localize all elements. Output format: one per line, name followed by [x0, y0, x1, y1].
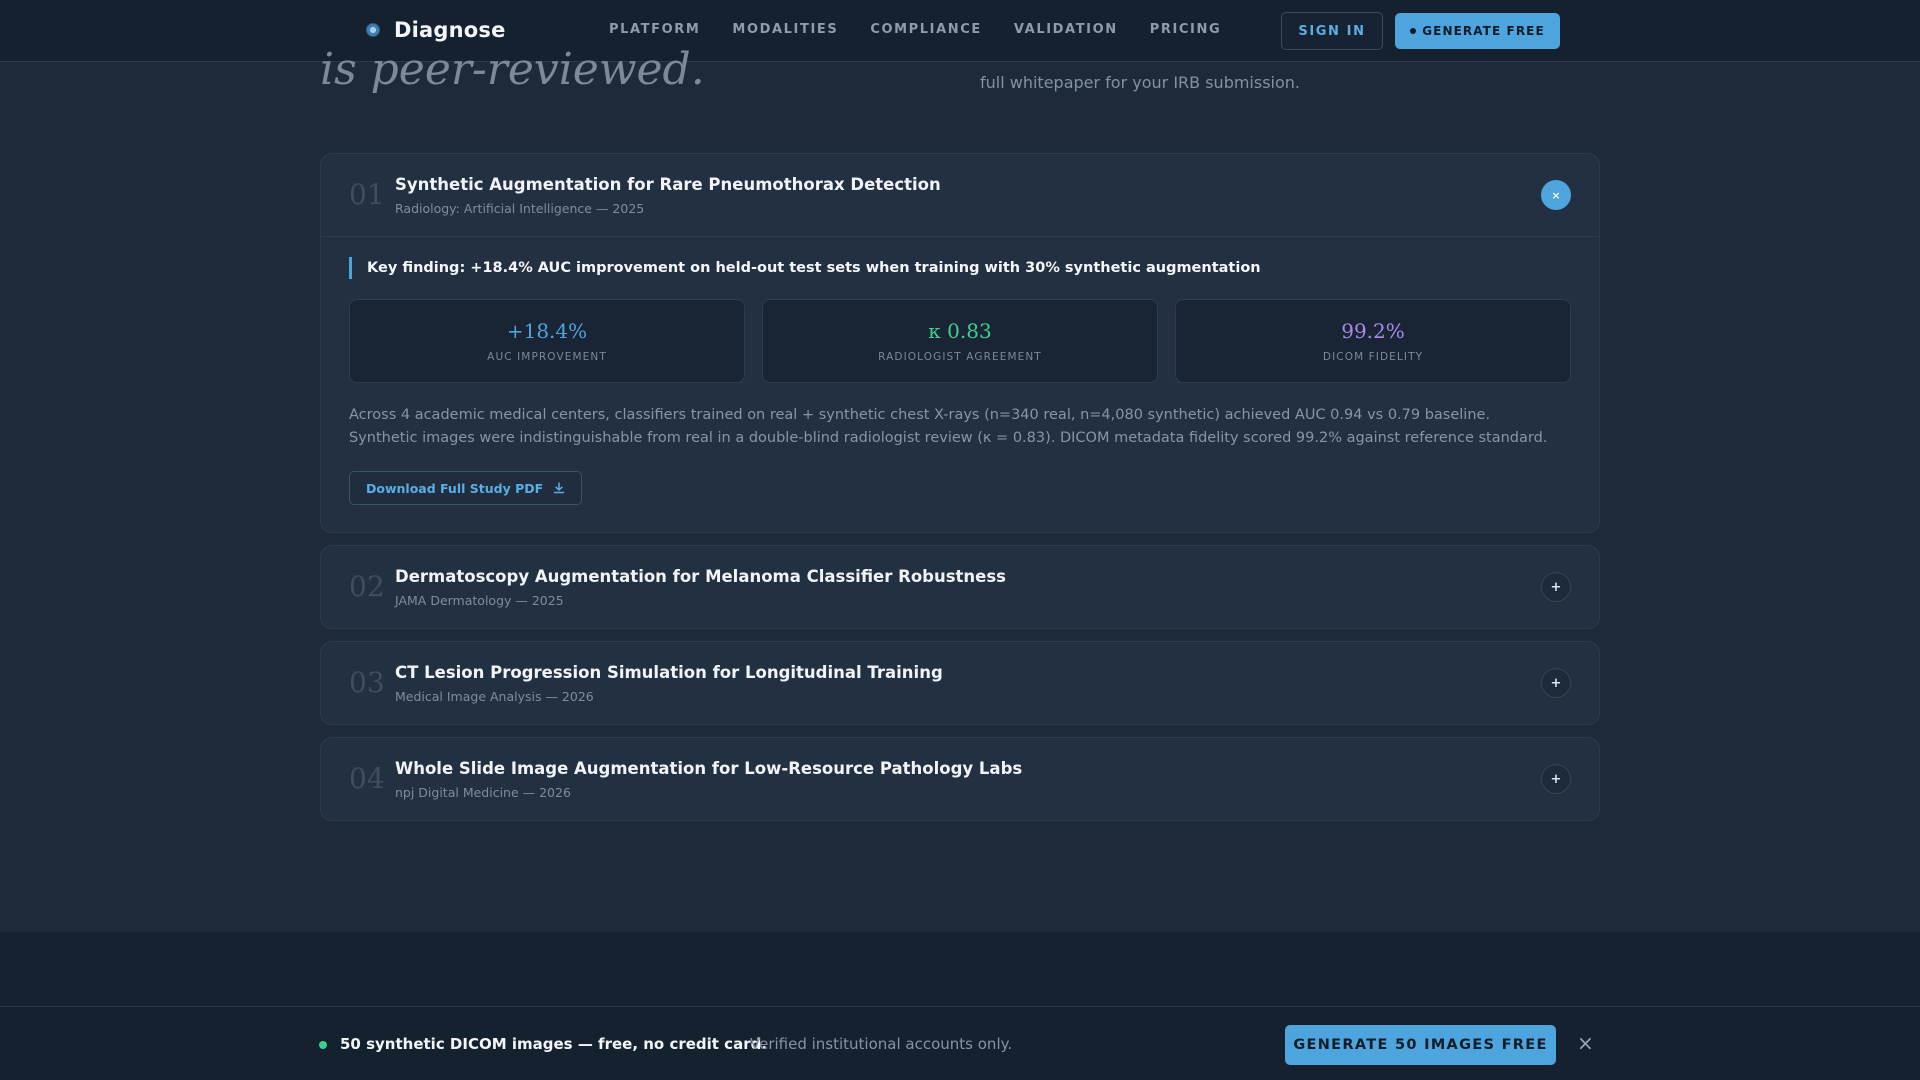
study-header-01[interactable]: 01 Synthetic Augmentation for Rare Pneum… [321, 154, 1599, 236]
stats-row: +18.4% AUC IMPROVEMENT κ 0.83 RADIOLOGIS… [349, 299, 1571, 383]
stat-value: 99.2% [1341, 319, 1405, 343]
promo-bar: 50 synthetic DICOM images — free, no cre… [0, 1006, 1920, 1080]
nav-link-compliance[interactable]: COMPLIANCE [870, 22, 982, 37]
status-dot-icon [319, 1041, 327, 1049]
study-title: Whole Slide Image Augmentation for Low-R… [395, 759, 1023, 778]
expand-button[interactable]: + [1541, 572, 1571, 602]
dot-icon [1410, 28, 1417, 34]
study-number: 01 [349, 178, 385, 211]
stat-label: RADIOLOGIST AGREEMENT [878, 351, 1042, 363]
plus-icon: + [1550, 771, 1562, 787]
nav-links: PLATFORM MODALITIES COMPLIANCE VALIDATIO… [609, 22, 1221, 37]
top-navigation: Diagnose PLATFORM MODALITIES COMPLIANCE … [0, 0, 1920, 62]
study-title: CT Lesion Progression Simulation for Lon… [395, 663, 943, 682]
study-header-04[interactable]: 04 Whole Slide Image Augmentation for Lo… [321, 738, 1599, 820]
stat-dicom-fidelity: 99.2% DICOM FIDELITY [1175, 299, 1571, 383]
promo-note: Verified institutional accounts only. [750, 1035, 1013, 1053]
study-card-03[interactable]: 03 CT Lesion Progression Simulation for … [320, 641, 1600, 725]
study-journal: JAMA Dermatology — 2025 [395, 593, 564, 608]
study-description: Across 4 academic medical centers, class… [349, 407, 1548, 446]
sign-in-button[interactable]: SIGN IN [1281, 12, 1383, 50]
study-title: Dermatoscopy Augmentation for Melanoma C… [395, 567, 1007, 586]
study-number: 03 [349, 666, 385, 699]
download-icon [553, 482, 565, 494]
generate-free-button[interactable]: GENERATE FREE [1395, 13, 1560, 49]
study-number: 02 [349, 570, 385, 603]
close-icon[interactable]: × [1577, 1031, 1594, 1055]
study-journal: npj Digital Medicine — 2026 [395, 785, 571, 800]
download-pdf-button[interactable]: Download Full Study PDF [349, 471, 583, 505]
promo-headline: 50 synthetic DICOM images — free, no cre… [340, 1035, 768, 1053]
section-heading: is peer-reviewed. [320, 44, 705, 95]
generate-50-images-button[interactable]: GENERATE 50 IMAGES FREE [1285, 1025, 1556, 1065]
study-card-04[interactable]: 04 Whole Slide Image Augmentation for Lo… [320, 737, 1600, 821]
collapse-button[interactable]: × [1541, 180, 1571, 210]
study-header-02[interactable]: 02 Dermatoscopy Augmentation for Melanom… [321, 546, 1599, 628]
expand-button[interactable]: + [1541, 764, 1571, 794]
study-number: 04 [349, 762, 385, 795]
study-journal: Radiology: Artificial Intelligence — 202… [395, 201, 645, 216]
nav-link-validation[interactable]: VALIDATION [1014, 22, 1118, 37]
study-details-01: Key finding: +18.4% AUC improvement on h… [321, 236, 1599, 533]
study-card-01: 01 Synthetic Augmentation for Rare Pneum… [320, 153, 1600, 533]
logo-icon [366, 23, 380, 37]
study-title: Synthetic Augmentation for Rare Pneumoth… [395, 175, 941, 194]
plus-icon: + [1550, 675, 1562, 691]
download-pdf-label: Download Full Study PDF [366, 480, 544, 496]
plus-icon: + [1550, 579, 1562, 595]
stat-radiologist-agreement: κ 0.83 RADIOLOGIST AGREEMENT [762, 299, 1158, 383]
nav-link-pricing[interactable]: PRICING [1150, 22, 1222, 37]
brand-name: Diagnose [394, 18, 506, 42]
stat-value: +18.4% [506, 319, 588, 343]
stat-label: DICOM FIDELITY [1322, 351, 1424, 363]
section-subheading: full whitepaper for your IRB submission. [980, 73, 1301, 92]
stat-label: AUC IMPROVEMENT [487, 351, 607, 363]
expand-button[interactable]: + [1541, 668, 1571, 698]
stat-auc-improvement: +18.4% AUC IMPROVEMENT [349, 299, 745, 383]
brand[interactable]: Diagnose [366, 18, 506, 42]
study-journal: Medical Image Analysis — 2026 [395, 689, 594, 704]
generate-free-label: GENERATE FREE [1422, 24, 1545, 38]
study-header-03[interactable]: 03 CT Lesion Progression Simulation for … [321, 642, 1599, 724]
study-card-02[interactable]: 02 Dermatoscopy Augmentation for Melanom… [320, 545, 1600, 629]
key-finding: Key finding: +18.4% AUC improvement on h… [349, 257, 1571, 279]
nav-link-modalities[interactable]: MODALITIES [732, 22, 838, 37]
stat-value: κ 0.83 [928, 319, 992, 343]
nav-link-platform[interactable]: PLATFORM [609, 22, 700, 37]
close-icon: × [1551, 188, 1561, 202]
